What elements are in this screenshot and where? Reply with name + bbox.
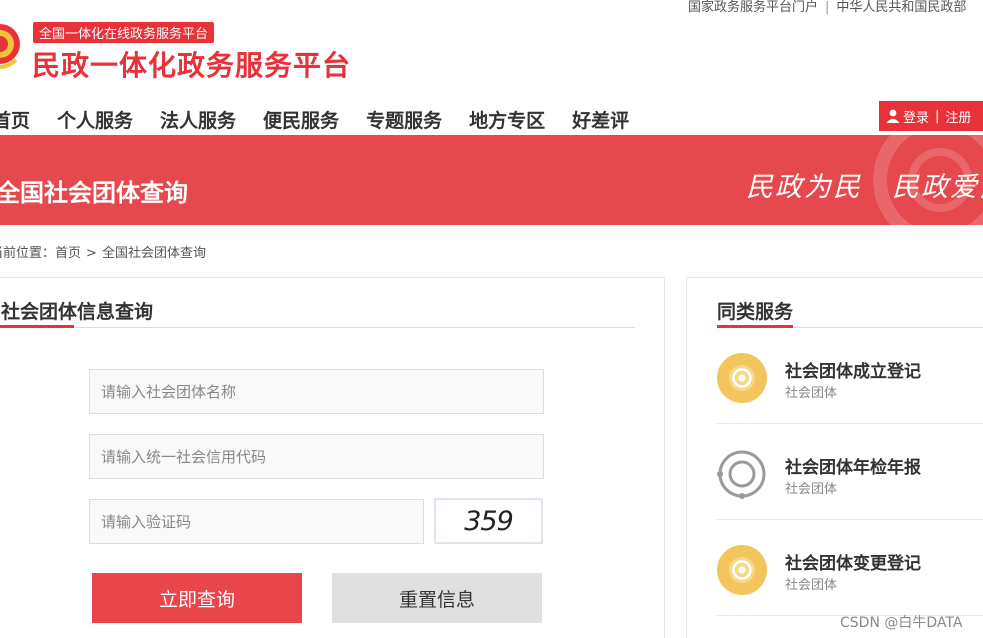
breadcrumb-home[interactable]: 首页: [55, 246, 81, 261]
service-category: 社会团体: [785, 386, 838, 401]
breadcrumb: 当前位置：首页 > 全国社会团体查询: [0, 242, 206, 261]
credit-code-input[interactable]: [89, 434, 544, 479]
banner-slogan: 民政为民民政爱民: [746, 165, 983, 204]
register-link[interactable]: 注册: [945, 107, 971, 126]
slogan-part-2: 民政爱民: [892, 172, 983, 203]
service-title: 社会团体成立登记: [785, 362, 921, 382]
service-category: 社会团体: [785, 482, 838, 497]
heading-divider: [0, 327, 635, 328]
platform-badge: 全国一体化在线政务服务平台: [33, 22, 215, 43]
nav-item-local[interactable]: 地方专区: [469, 106, 545, 133]
organization-name-input[interactable]: [89, 369, 544, 414]
query-button[interactable]: 立即查询: [92, 573, 302, 623]
top-links: 国家政务服务平台门户 | 中华人民共和国民政部: [688, 0, 966, 15]
query-panel: 社会团体信息查询 359 立即查询 重置信息: [0, 277, 665, 638]
service-title: 社会团体变更登记: [785, 554, 921, 574]
nav-item-special[interactable]: 专题服务: [366, 106, 442, 133]
page-banner: 全国社会团体查询 民政为民民政爱民: [0, 135, 983, 225]
query-panel-heading: 社会团体信息查询: [1, 301, 154, 323]
related-services-heading: 同类服务: [717, 301, 794, 323]
main-nav: 首页 个人服务 法人服务 便民服务 专题服务 地方专区 好差评: [0, 106, 656, 133]
top-link-portal[interactable]: 国家政务服务平台门户: [688, 0, 818, 15]
service-item-change-registration[interactable]: 社会团体变更登记 社会团体: [717, 520, 983, 616]
breadcrumb-current: 全国社会团体查询: [101, 246, 206, 261]
ring-icon: [717, 450, 766, 499]
breadcrumb-prefix: 当前位置：: [0, 246, 56, 261]
breadcrumb-separator: >: [86, 246, 97, 261]
target-icon: [717, 545, 767, 595]
site-title[interactable]: 民政一体化政务服务平台: [32, 44, 351, 84]
captcha-input[interactable]: [89, 499, 424, 544]
banner-title: 全国社会团体查询: [0, 179, 188, 207]
login-link[interactable]: 登录: [903, 107, 929, 126]
nav-item-personal[interactable]: 个人服务: [57, 106, 133, 133]
service-item-annual-inspection[interactable]: 社会团体年检年报 社会团体: [717, 424, 983, 520]
reset-button[interactable]: 重置信息: [332, 573, 542, 623]
nav-item-convenience[interactable]: 便民服务: [263, 106, 339, 133]
top-link-ministry[interactable]: 中华人民共和国民政部: [836, 0, 966, 15]
watermark: CSDN @白牛DATA: [840, 615, 963, 631]
slogan-part-1: 民政为民: [746, 172, 862, 203]
top-link-separator: |: [825, 0, 830, 15]
nav-item-evaluation[interactable]: 好差评: [572, 106, 629, 133]
page: 国家政务服务平台门户 | 中华人民共和国民政部 全国一体化在线政务服务平台 民政一体…: [0, 0, 983, 638]
service-category: 社会团体: [785, 578, 838, 593]
login-separator: |: [935, 108, 940, 124]
target-icon: [717, 353, 767, 403]
service-title: 社会团体年检年报: [785, 458, 921, 478]
heading-underline: [0, 325, 74, 328]
service-item-registration[interactable]: 社会团体成立登记 社会团体: [717, 328, 983, 424]
captcha-image[interactable]: 359: [434, 498, 543, 544]
nav-item-legal-entity[interactable]: 法人服务: [160, 106, 236, 133]
national-emblem-icon[interactable]: [0, 20, 22, 72]
nav-item-home[interactable]: 首页: [0, 106, 30, 133]
login-register-box: 登录 | 注册: [879, 101, 983, 131]
user-icon: [886, 109, 900, 123]
related-services-panel: 同类服务 社会团体成立登记 社会团体 社会团体年检年报 社会团体 社会团体变更登…: [686, 277, 983, 638]
